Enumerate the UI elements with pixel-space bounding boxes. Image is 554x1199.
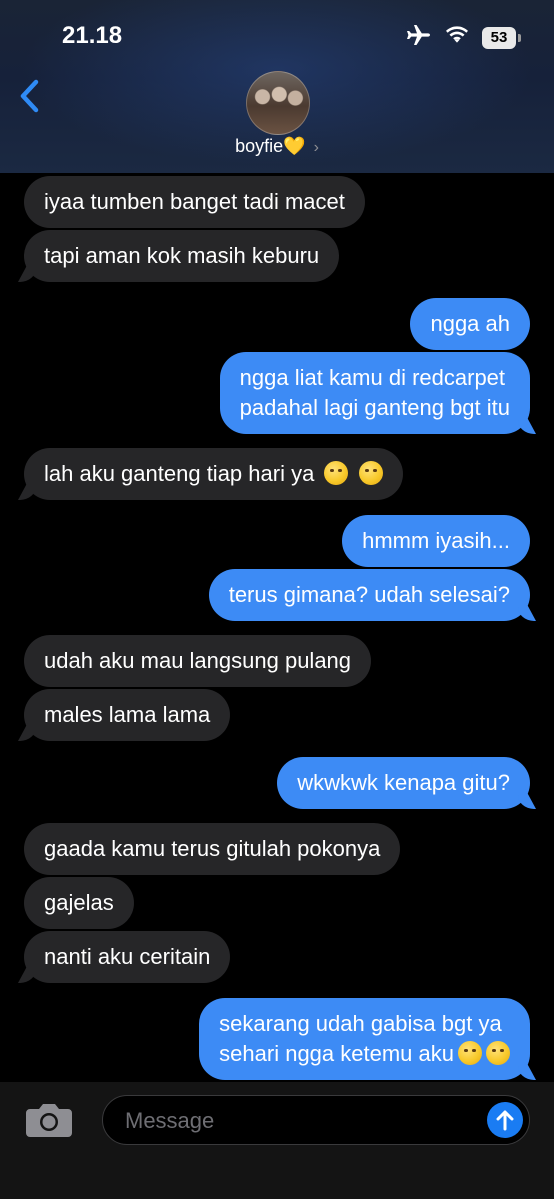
sent-message[interactable]: sekarang udah gabisa bgt ya sehari ngga … [199,998,530,1080]
message-text: males lama lama [44,702,211,727]
received-message[interactable]: gajelas [24,877,134,929]
message-text-line: sehari ngga ketemu aku [219,1041,454,1066]
received-message[interactable]: udah aku mau langsung pulang [24,635,372,687]
received-message[interactable]: gaada kamu terus gitulah pokonya [24,823,401,875]
send-button[interactable] [487,1102,523,1138]
steam-nose-face-emoji [358,461,383,485]
message-text: terus gimana? udah selesai? [228,582,510,607]
camera-button[interactable] [24,1100,74,1140]
message-text: ngga ah [430,311,510,336]
message-text-line: sekarang udah gabisa bgt ya [219,1011,502,1036]
back-button[interactable] [16,78,46,114]
message-text-line: ngga liat kamu di redcarpet [239,365,506,390]
chevron-right-icon: › [313,139,319,156]
message-input[interactable] [123,1105,467,1137]
message-text: gajelas [44,890,114,915]
chevron-left-icon [20,79,39,113]
received-message[interactable]: tapi aman kok masih keburu [24,230,340,282]
sent-message[interactable]: ngga ah [410,298,530,350]
message-text: tapi aman kok masih keburu [44,243,320,268]
received-message[interactable]: nanti aku ceritain [24,931,231,983]
sent-message[interactable]: ngga liat kamu di redcarpet padahal lagi… [219,352,530,434]
arrow-up-icon [496,1110,514,1131]
smiling-face-emoji [458,1041,482,1065]
received-message[interactable]: iyaa tumben banget tadi macet [24,176,365,228]
status-time: 21.18 [62,22,123,49]
battery-icon: 53 [482,26,521,49]
disappointed-face-emoji [324,461,349,485]
message-text: lah aku ganteng tiap hari ya [44,461,315,486]
compose-bar [0,1082,554,1199]
received-message[interactable]: lah aku ganteng tiap hari ya [24,448,403,500]
contact-name: boyfie💛 [235,136,306,156]
tongue-out-face-emoji [486,1041,510,1065]
contact-avatar[interactable] [246,71,310,135]
message-text: udah aku mau langsung pulang [44,648,352,673]
message-input-container [102,1095,530,1145]
received-message[interactable]: males lama lama [24,689,231,741]
contact-name-button[interactable]: boyfie💛 › [0,136,554,157]
message-text-line: padahal lagi ganteng bgt itu [239,395,510,420]
conversation-header: 21.18 53 boyfie💛 › [0,0,554,173]
sent-message[interactable]: wkwkwk kenapa gitu? [277,757,530,809]
camera-icon [26,1104,72,1137]
message-text: iyaa tumben banget tadi macet [44,189,345,214]
message-text: nanti aku ceritain [44,944,211,969]
sent-message[interactable]: hmmm iyasih... [342,515,530,567]
airplane-icon [406,24,432,51]
sent-message[interactable]: terus gimana? udah selesai? [208,569,530,621]
message-text: wkwkwk kenapa gitu? [297,770,510,795]
message-text: gaada kamu terus gitulah pokonya [44,836,381,861]
status-icons: 53 [406,24,521,51]
wifi-icon [444,25,470,50]
message-text: hmmm iyasih... [362,528,510,553]
messages-screen: 21.18 53 boyfie💛 › iyaa tumben banget tad… [0,0,554,1199]
